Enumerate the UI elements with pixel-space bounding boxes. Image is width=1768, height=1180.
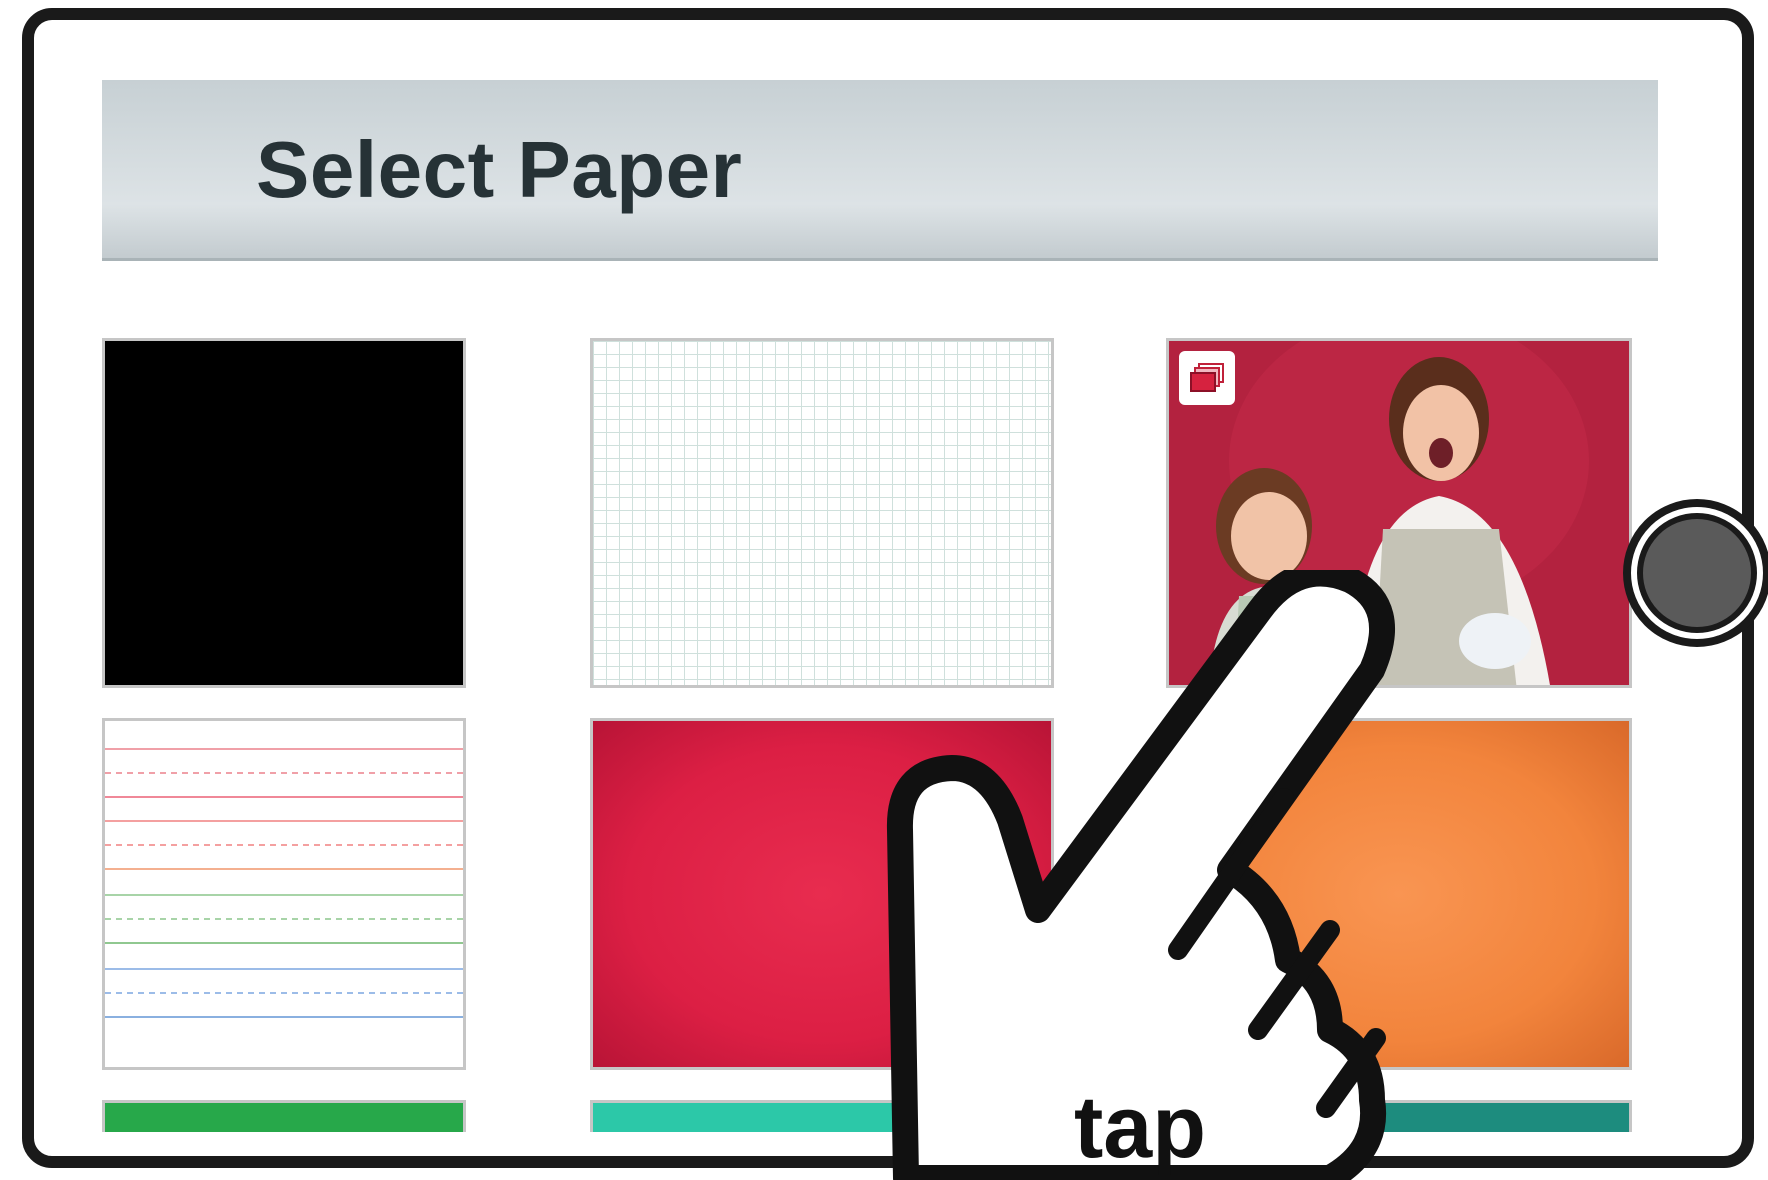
home-button-icon[interactable] [1622, 498, 1768, 648]
tap-label: tap [1074, 1077, 1206, 1176]
photo-library-icon [1179, 351, 1235, 405]
page-title: Select Paper [256, 125, 743, 214]
paper-black[interactable] [102, 338, 466, 688]
header-bar: Select Paper [102, 80, 1658, 261]
paper-green[interactable] [102, 1100, 466, 1132]
lined-pattern [105, 748, 463, 1018]
paper-lined[interactable] [102, 718, 466, 1070]
